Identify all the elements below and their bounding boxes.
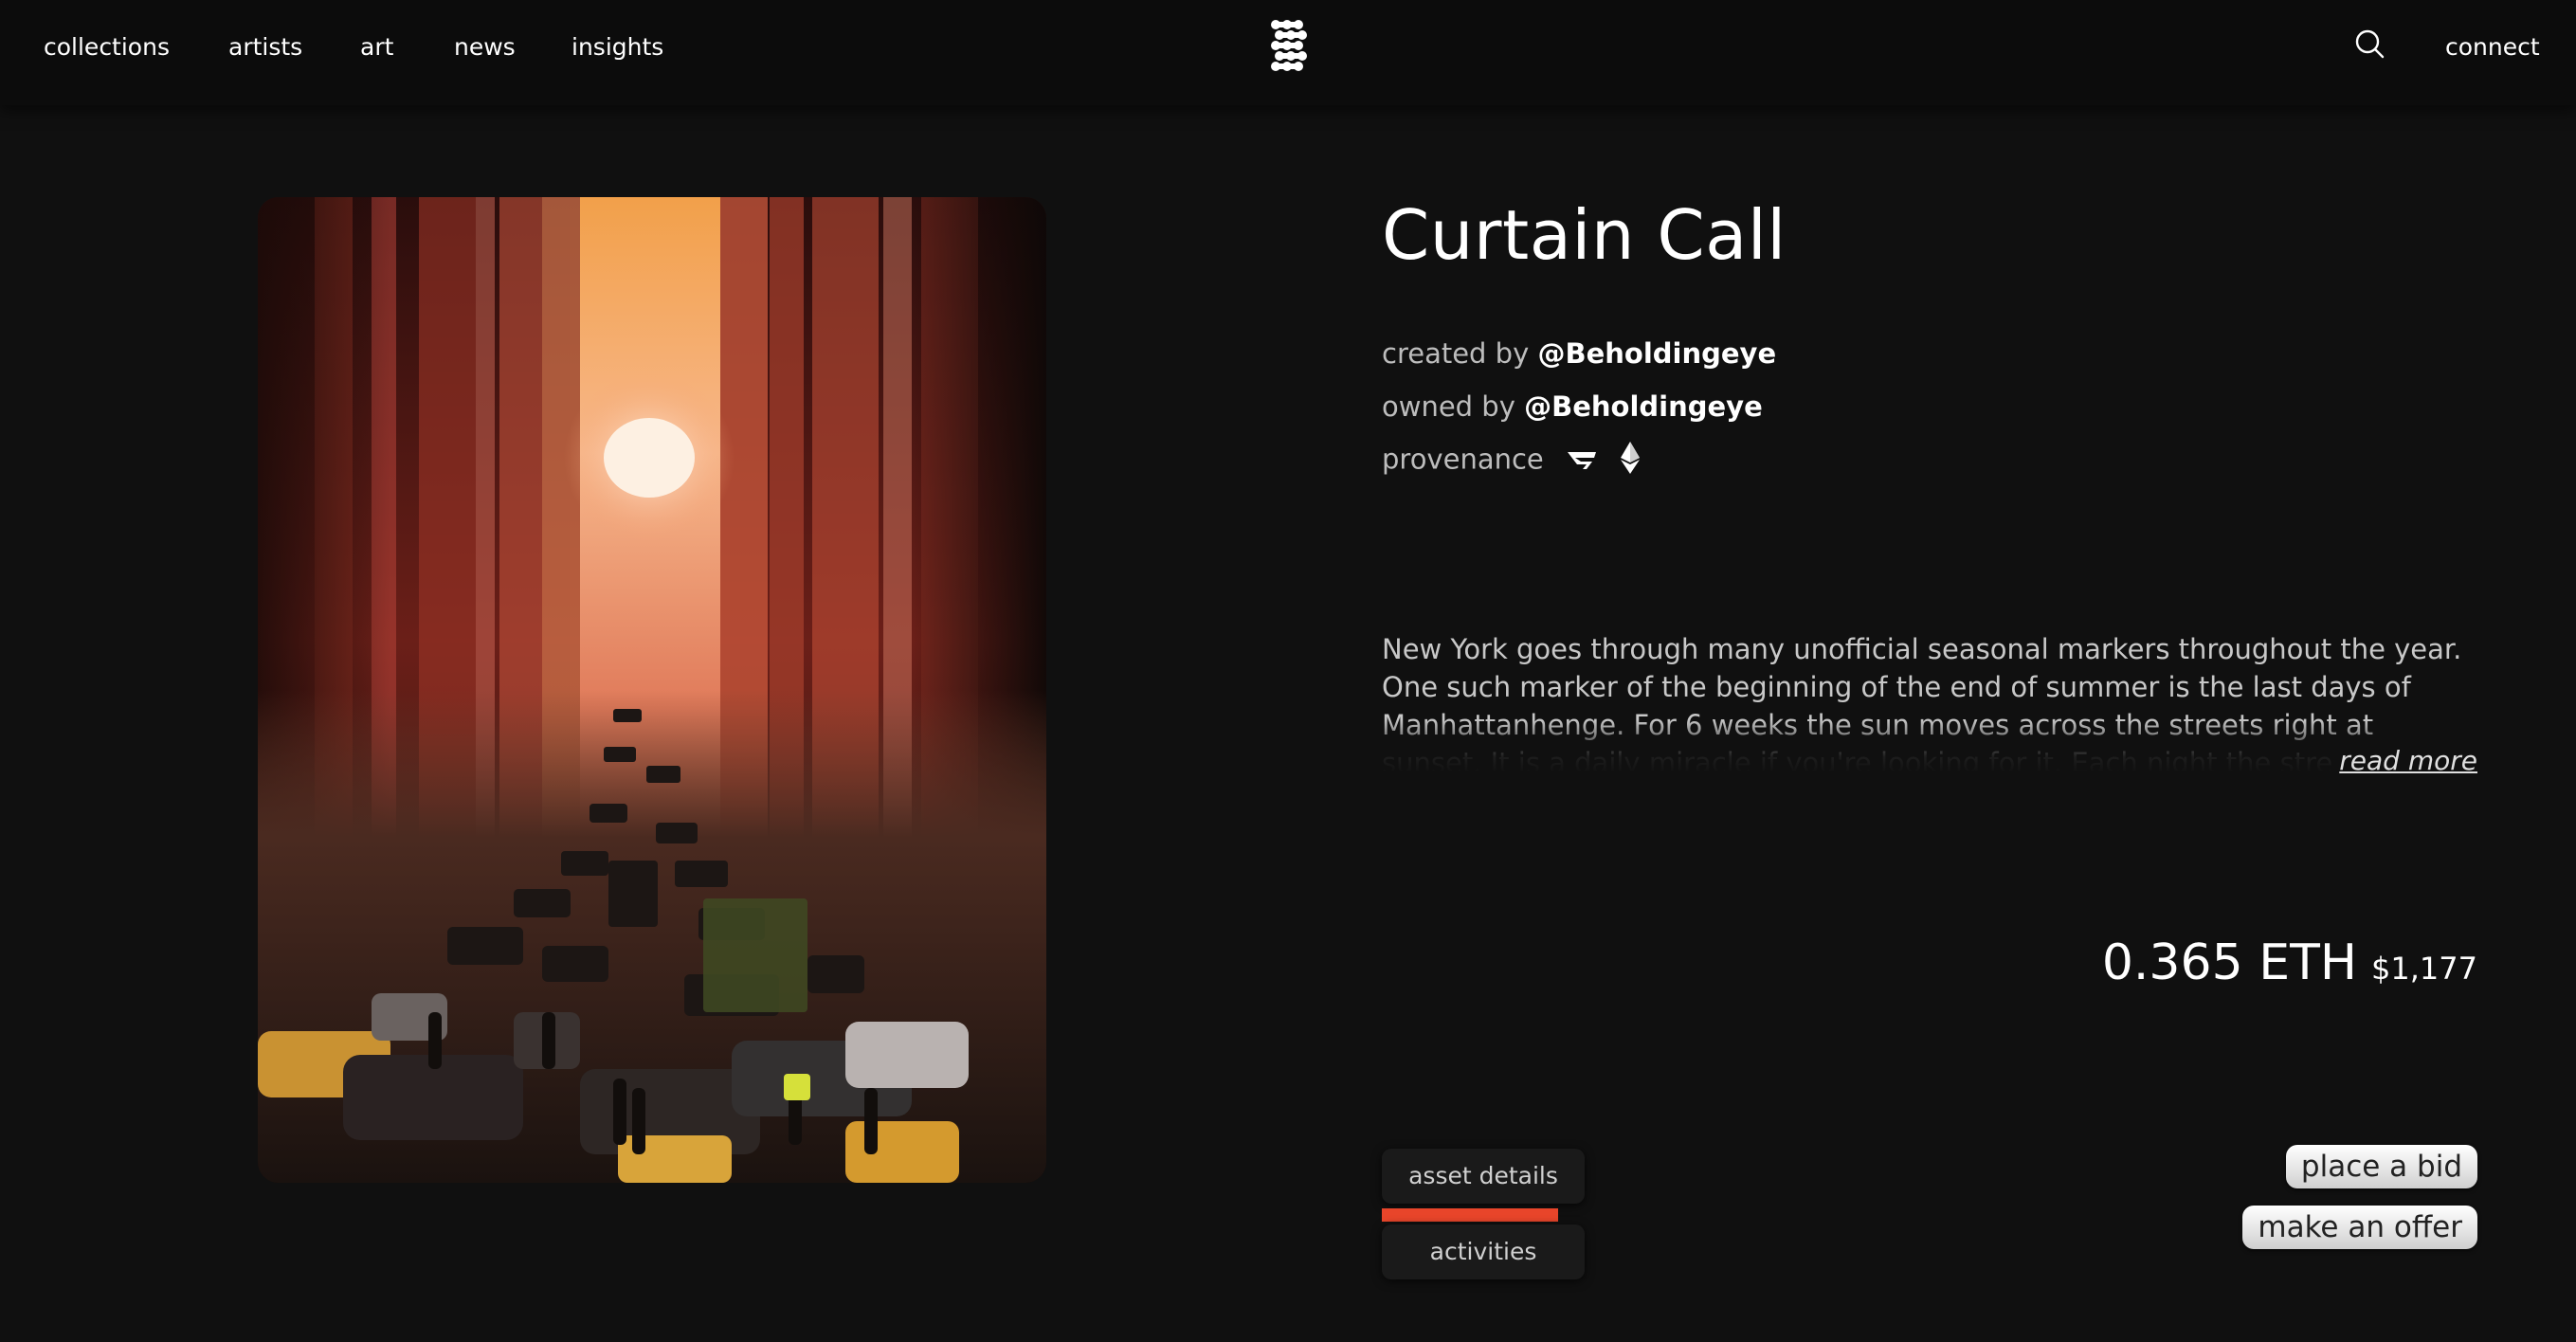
creator-handle-link[interactable]: @Beholdingeye <box>1537 337 1776 370</box>
place-bid-button[interactable]: place a bid <box>2285 1145 2477 1188</box>
nav-link-artists[interactable]: artists <box>228 0 302 95</box>
created-by-label: created by <box>1382 337 1530 370</box>
owner-handle-link[interactable]: @Beholdingeye <box>1524 390 1763 423</box>
ethereum-icon[interactable] <box>1620 442 1641 481</box>
owned-by-row: owned by @Beholdingeye <box>1382 390 1763 423</box>
search-icon[interactable] <box>2354 28 2386 61</box>
asset-description: New York goes through many unofficial se… <box>1382 630 2477 772</box>
description-fade-overlay <box>1382 719 2477 772</box>
owned-by-label: owned by <box>1382 390 1515 423</box>
nav-link-news[interactable]: news <box>454 0 516 95</box>
price-display: 0.365 ETH $1,177 <box>2102 934 2477 991</box>
make-offer-button[interactable]: make an offer <box>2242 1206 2477 1249</box>
tab-activities[interactable]: activities <box>1382 1224 1585 1279</box>
active-tab-indicator <box>1382 1208 1558 1222</box>
top-navigation-bar: collections artists art news insights co… <box>0 0 2576 105</box>
nav-link-collections[interactable]: collections <box>44 0 170 95</box>
price-usd: $1,177 <box>2371 951 2477 987</box>
provenance-row: provenance <box>1382 442 1641 481</box>
created-by-row: created by @Beholdingeye <box>1382 337 1776 370</box>
tab-asset-details[interactable]: asset details <box>1382 1149 1585 1204</box>
provenance-label: provenance <box>1382 443 1544 476</box>
marketplace-icon[interactable] <box>1566 445 1598 478</box>
price-eth: 0.365 ETH <box>2101 934 2357 991</box>
artwork-image <box>258 197 1046 1183</box>
dotted-squiggle-logo-icon[interactable] <box>1270 19 1310 72</box>
nav-link-insights[interactable]: insights <box>571 0 663 95</box>
asset-title: Curtain Call <box>1382 195 1787 275</box>
nav-link-art[interactable]: art <box>360 0 393 95</box>
connect-button[interactable]: connect <box>2445 0 2540 95</box>
read-more-link[interactable]: read more <box>2333 745 2477 776</box>
